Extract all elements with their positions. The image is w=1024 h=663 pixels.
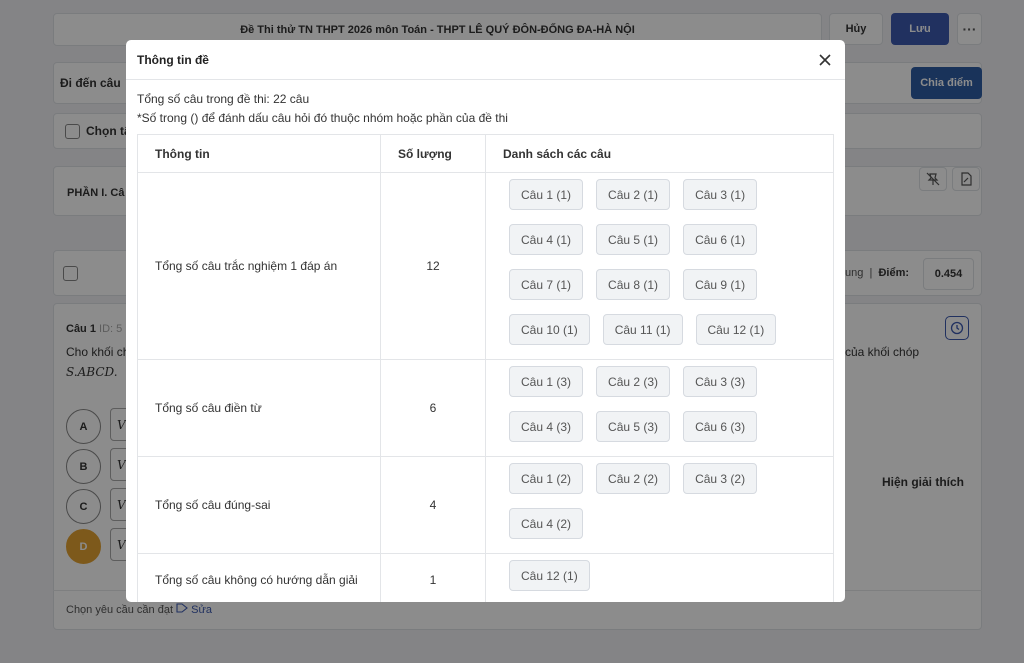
question-chip[interactable]: Câu 1 (2): [509, 463, 584, 494]
table-row: Tổng số câu trắc nghiệm 1 đáp án 12 Câu 1 …: [137, 172, 834, 360]
row-count: 12: [380, 172, 486, 360]
question-chip[interactable]: Câu 5 (1): [596, 224, 671, 255]
row-count: 1: [380, 553, 486, 602]
row-question-list: Câu 1 (1) Câu 2 (1) Câu 3 (1) Câu 4 (1) Câu …: [485, 172, 834, 360]
question-chip[interactable]: Câu 2 (1): [596, 179, 671, 210]
question-chip[interactable]: Câu 3 (1): [683, 179, 758, 210]
close-icon[interactable]: [817, 52, 833, 68]
total-questions: Tổng số câu trong đề thi: 22 câu: [137, 92, 310, 106]
row-question-list: Câu 1 (3) Câu 2 (3) Câu 3 (3) Câu 4 (3) Câu …: [485, 359, 834, 457]
row-info: Tổng số câu điền từ: [137, 359, 381, 457]
row-count: 6: [380, 359, 486, 457]
question-chip[interactable]: Câu 12 (1): [509, 560, 590, 591]
modal-header: Thông tin đề: [126, 40, 845, 80]
header-info: Thông tin: [137, 134, 381, 173]
question-chip[interactable]: Câu 4 (2): [509, 508, 584, 539]
question-chip[interactable]: Câu 6 (1): [683, 224, 758, 255]
question-chip[interactable]: Câu 1 (3): [509, 366, 584, 397]
question-chip[interactable]: Câu 4 (3): [509, 411, 584, 442]
row-count: 4: [380, 456, 486, 554]
question-chip[interactable]: Câu 3 (2): [683, 463, 758, 494]
question-chip[interactable]: Câu 2 (2): [596, 463, 671, 494]
question-chip[interactable]: Câu 9 (1): [683, 269, 758, 300]
table-row: Tổng số câu đúng-sai 4 Câu 1 (2) Câu 2 (2) C…: [137, 456, 834, 554]
row-question-list: Câu 1 (2) Câu 2 (2) Câu 3 (2) Câu 4 (2): [485, 456, 834, 554]
table-row: Tổng số câu không có hướng dẫn giải 1 Câu …: [137, 553, 834, 602]
header-list: Danh sách các câu: [485, 134, 834, 173]
header-count: Số lượng: [380, 134, 486, 173]
question-chip[interactable]: Câu 11 (1): [602, 314, 683, 345]
table-header-row: Thông tin Số lượng Danh sách các câu: [137, 134, 834, 173]
question-chip[interactable]: Câu 3 (3): [683, 366, 758, 397]
question-chip[interactable]: Câu 6 (3): [683, 411, 758, 442]
question-chip[interactable]: Câu 12 (1): [695, 314, 777, 345]
question-chip[interactable]: Câu 1 (1): [509, 179, 584, 210]
row-info: Tổng số câu trắc nghiệm 1 đáp án: [137, 172, 381, 360]
question-chip[interactable]: Câu 4 (1): [509, 224, 584, 255]
question-chip[interactable]: Câu 8 (1): [596, 269, 671, 300]
question-chip[interactable]: Câu 7 (1): [509, 269, 584, 300]
group-note: *Số trong () để đánh dấu câu hỏi đó thuộ…: [137, 111, 508, 125]
question-chip[interactable]: Câu 10 (1): [509, 314, 590, 345]
question-chip[interactable]: Câu 2 (3): [596, 366, 671, 397]
modal-body: Tổng số câu trong đề thi: 22 câu *Số tro…: [126, 80, 845, 602]
row-info: Tổng số câu không có hướng dẫn giải: [137, 553, 381, 602]
exam-info-table: Thông tin Số lượng Danh sách các câu Tổn…: [137, 134, 834, 602]
exam-info-modal: Thông tin đề Tổng số câu trong đề thi: 2…: [126, 40, 845, 602]
row-question-list: Câu 12 (1): [485, 553, 834, 602]
row-info: Tổng số câu đúng-sai: [137, 456, 381, 554]
modal-title: Thông tin đề: [137, 52, 209, 67]
table-row: Tổng số câu điền từ 6 Câu 1 (3) Câu 2 (3) Câ…: [137, 359, 834, 457]
question-chip[interactable]: Câu 5 (3): [596, 411, 671, 442]
